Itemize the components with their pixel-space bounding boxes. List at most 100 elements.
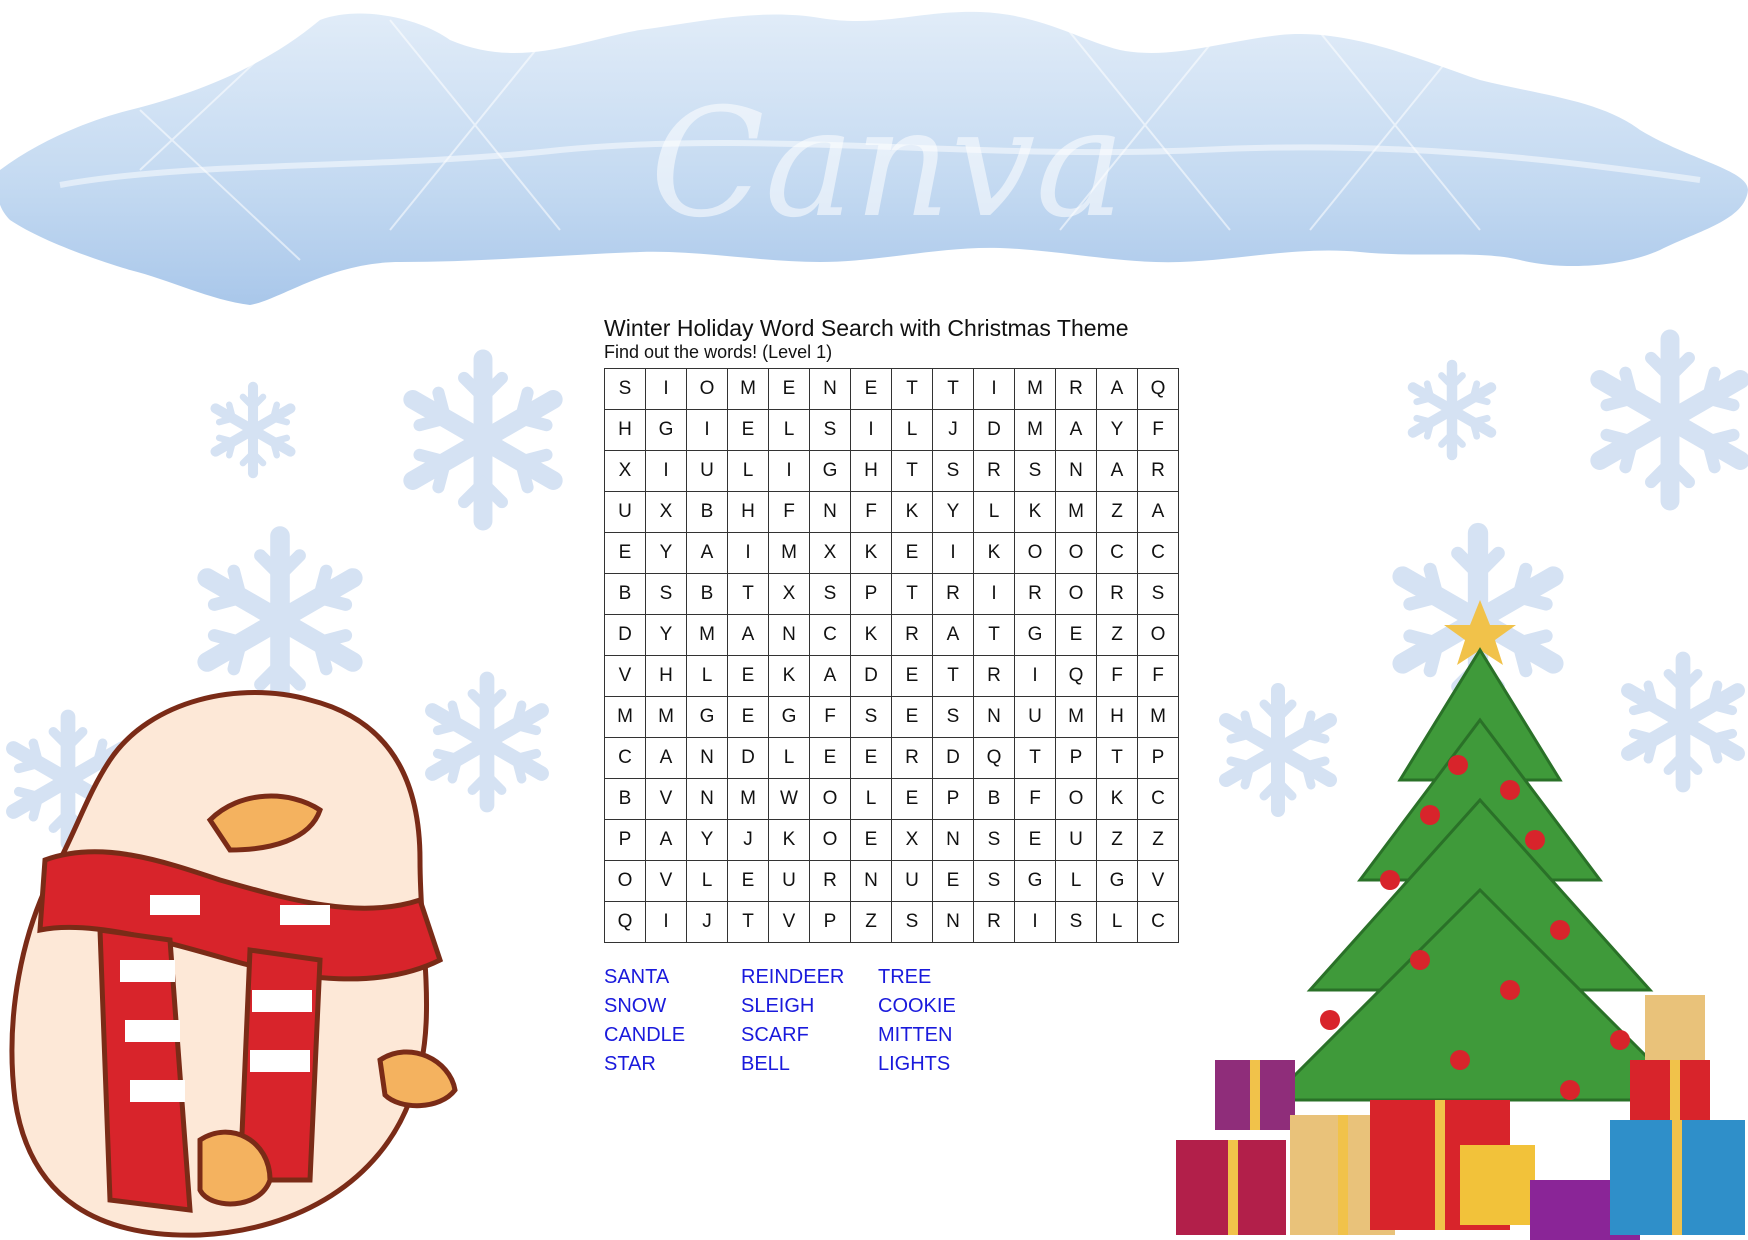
- grid-cell: I: [1015, 656, 1056, 697]
- word-list-item: CANDLE: [604, 1024, 686, 1046]
- grid-cell: P: [605, 820, 646, 861]
- grid-cell: S: [646, 574, 687, 615]
- grid-cell: S: [605, 369, 646, 410]
- grid-cell: Y: [646, 533, 687, 574]
- grid-cell: M: [769, 533, 810, 574]
- grid-cell: N: [933, 820, 974, 861]
- grid-cell: Q: [1056, 656, 1097, 697]
- grid-cell: P: [1138, 738, 1179, 779]
- grid-cell: L: [728, 451, 769, 492]
- grid-cell: O: [1138, 615, 1179, 656]
- grid-cell: A: [933, 615, 974, 656]
- grid-cell: U: [1056, 820, 1097, 861]
- grid-cell: L: [1056, 861, 1097, 902]
- grid-cell: E: [728, 656, 769, 697]
- grid-cell: E: [892, 697, 933, 738]
- grid-cell: J: [933, 410, 974, 451]
- worksheet-subtitle: Find out the words! (Level 1): [604, 342, 833, 362]
- grid-cell: L: [687, 656, 728, 697]
- word-list-item: COOKIE: [878, 995, 956, 1017]
- grid-cell: E: [892, 533, 933, 574]
- grid-cell: L: [769, 738, 810, 779]
- grid-cell: O: [810, 820, 851, 861]
- grid-cell: Z: [1097, 492, 1138, 533]
- grid-cell: O: [1015, 533, 1056, 574]
- grid-cell: D: [728, 738, 769, 779]
- grid-cell: V: [605, 656, 646, 697]
- grid-cell: I: [1015, 902, 1056, 943]
- grid-cell: K: [851, 533, 892, 574]
- grid-cell: L: [687, 861, 728, 902]
- grid-cell: F: [810, 697, 851, 738]
- grid-cell: X: [810, 533, 851, 574]
- grid-cell: O: [1056, 533, 1097, 574]
- grid-cell: E: [728, 410, 769, 451]
- grid-cell: T: [728, 574, 769, 615]
- grid-cell: J: [728, 820, 769, 861]
- grid-cell: T: [933, 369, 974, 410]
- grid-cell: I: [646, 902, 687, 943]
- grid-cell: K: [1097, 779, 1138, 820]
- word-search-worksheet: Winter Holiday Word Search with Christma…: [604, 314, 1179, 1079]
- worksheet-title: Winter Holiday Word Search with Christma…: [604, 315, 1129, 341]
- grid-cell: A: [1097, 369, 1138, 410]
- word-list-item: SANTA: [604, 966, 670, 988]
- grid-cell: S: [810, 410, 851, 451]
- grid-cell: E: [1015, 820, 1056, 861]
- grid-cell: F: [1015, 779, 1056, 820]
- grid-cell: R: [810, 861, 851, 902]
- grid-cell: C: [1138, 902, 1179, 943]
- grid-cell: O: [1056, 779, 1097, 820]
- grid-cell: R: [1056, 369, 1097, 410]
- grid-cell: S: [851, 697, 892, 738]
- grid-cell: W: [769, 779, 810, 820]
- word-list: SANTA SNOW CANDLE STAR REINDEER SLEIGH SCARF BE…: [604, 963, 1179, 1079]
- grid-cell: D: [974, 410, 1015, 451]
- grid-cell: R: [1015, 574, 1056, 615]
- grid-cell: T: [1015, 738, 1056, 779]
- grid-cell: O: [605, 861, 646, 902]
- grid-cell: H: [1097, 697, 1138, 738]
- grid-cell: C: [810, 615, 851, 656]
- grid-cell: N: [687, 779, 728, 820]
- grid-cell: R: [1097, 574, 1138, 615]
- grid-cell: I: [769, 451, 810, 492]
- grid-cell: I: [646, 369, 687, 410]
- grid-cell: S: [933, 697, 974, 738]
- grid-cell: N: [810, 492, 851, 533]
- grid-cell: N: [974, 697, 1015, 738]
- grid-cell: A: [1097, 451, 1138, 492]
- grid-cell: R: [974, 451, 1015, 492]
- grid-cell: O: [810, 779, 851, 820]
- word-list-item: STAR: [604, 1053, 656, 1075]
- grid-cell: Y: [933, 492, 974, 533]
- grid-cell: N: [933, 902, 974, 943]
- grid-cell: I: [687, 410, 728, 451]
- grid-cell: F: [1138, 410, 1179, 451]
- grid-cell: A: [1056, 410, 1097, 451]
- grid-cell: N: [769, 615, 810, 656]
- grid-cell: M: [1056, 697, 1097, 738]
- grid-cell: S: [892, 902, 933, 943]
- grid-cell: R: [892, 615, 933, 656]
- grid-cell: P: [810, 902, 851, 943]
- grid-cell: Y: [646, 615, 687, 656]
- grid-cell: K: [769, 656, 810, 697]
- grid-cell: R: [974, 902, 1015, 943]
- grid-cell: S: [974, 861, 1015, 902]
- grid-cell: B: [605, 574, 646, 615]
- grid-cell: F: [851, 492, 892, 533]
- grid-cell: K: [1015, 492, 1056, 533]
- word-list-item: SNOW: [604, 995, 667, 1017]
- grid-cell: L: [1097, 902, 1138, 943]
- grid-cell: B: [974, 779, 1015, 820]
- grid-cell: O: [687, 369, 728, 410]
- grid-cell: X: [646, 492, 687, 533]
- grid-cell: S: [1138, 574, 1179, 615]
- grid-cell: I: [974, 574, 1015, 615]
- grid-cell: P: [851, 574, 892, 615]
- grid-cell: G: [1015, 861, 1056, 902]
- grid-cell: X: [892, 820, 933, 861]
- grid-cell: E: [892, 779, 933, 820]
- grid-cell: I: [728, 533, 769, 574]
